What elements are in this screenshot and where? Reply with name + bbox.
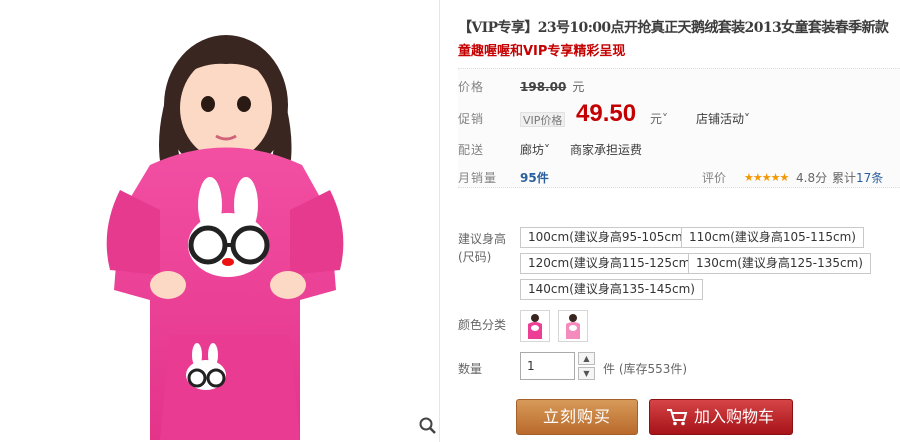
- sales-label: 月销量: [458, 171, 498, 185]
- sales-count: 95件: [520, 171, 549, 185]
- promo-price: 49.50: [576, 100, 637, 127]
- size-option-130[interactable]: 130cm(建议身高125-135cm): [688, 253, 871, 274]
- rating-stars: ★★★★★: [744, 171, 789, 184]
- rating-score: 4.8分: [796, 171, 828, 185]
- quantity-decrease-button[interactable]: ▼: [578, 367, 595, 380]
- buy-now-button[interactable]: 立刻购买: [516, 399, 638, 435]
- product-subtitle: 童趣喔喔和VIP专享精彩呈现: [458, 44, 626, 59]
- rating-label: 评价: [702, 171, 727, 185]
- delivery-location: 廊坊: [520, 143, 545, 157]
- chevron-down-icon: ˅: [744, 112, 751, 126]
- original-price: 198.00: [520, 80, 567, 94]
- price-meta-block: 价格 198.00 元 促销 VIP价格 49.50 元˅ 店铺活动˅ 配送 廊坊…: [458, 68, 900, 188]
- chevron-down-icon: ˅: [544, 143, 551, 157]
- size-option-100[interactable]: 100cm(建议身高95-105cm): [520, 227, 696, 248]
- product-image[interactable]: [0, 0, 440, 442]
- currency-dropdown[interactable]: 元˅: [650, 109, 668, 129]
- promo-row: 促销 VIP价格 49.50 元˅ 店铺活动˅: [458, 102, 900, 129]
- add-to-cart-button[interactable]: 加入购物车: [649, 399, 793, 435]
- stock-info: 件 (库存553件): [603, 362, 688, 376]
- price-unit: 元: [572, 80, 585, 94]
- cart-icon: [667, 409, 688, 426]
- color-swatch-image: [522, 312, 548, 340]
- quantity-input[interactable]: 1: [520, 352, 575, 380]
- chevron-down-icon: ˅: [662, 112, 669, 126]
- delivery-label: 配送: [458, 143, 485, 157]
- promo-label: 促销: [458, 112, 485, 126]
- quantity-label: 数量: [458, 362, 483, 376]
- promo-unit: 元: [650, 112, 663, 126]
- reviews-prefix: 累计: [832, 171, 857, 185]
- product-detail-panel: 【VIP专享】23号10:00点开抢真正天鹅绒套装2013女童套装春季新款 童趣…: [458, 0, 900, 442]
- zoom-icon[interactable]: [418, 416, 438, 436]
- size-option-140[interactable]: 140cm(建议身高135-145cm): [520, 279, 703, 300]
- shop-activity-label: 店铺活动: [696, 112, 745, 126]
- reviews-count: 17条: [856, 171, 884, 185]
- size-option-110[interactable]: 110cm(建议身高105-115cm): [681, 227, 864, 248]
- product-title: 【VIP专享】23号10:00点开抢真正天鹅绒套装2013女童套装春季新款: [458, 20, 889, 36]
- delivery-row: 配送 廊坊˅ 商家承担运费: [458, 140, 900, 160]
- vip-badge: VIP价格: [520, 112, 566, 127]
- product-photo: [106, 35, 344, 440]
- delivery-location-dropdown[interactable]: 廊坊˅: [520, 140, 550, 160]
- color-swatch-2[interactable]: [558, 310, 588, 342]
- color-label: 颜色分类: [458, 318, 507, 332]
- sales-row: 月销量 95件 评价 ★★★★★ 4.8分 累计17条: [458, 168, 900, 188]
- reviews-link[interactable]: 累计17条: [832, 168, 883, 188]
- shipping-info: 商家承担运费: [570, 143, 643, 157]
- shop-activity-dropdown[interactable]: 店铺活动˅: [696, 109, 750, 129]
- quantity-increase-button[interactable]: ▲: [578, 352, 595, 365]
- color-swatch-image: [560, 312, 586, 340]
- size-label: 建议身高(尺码): [458, 232, 507, 264]
- size-option-120[interactable]: 120cm(建议身高115-125cm): [520, 253, 703, 274]
- add-to-cart-label: 加入购物车: [694, 407, 775, 426]
- color-swatch-1[interactable]: [520, 310, 550, 342]
- price-row: 价格 198.00 元: [458, 77, 900, 97]
- price-label: 价格: [458, 80, 485, 94]
